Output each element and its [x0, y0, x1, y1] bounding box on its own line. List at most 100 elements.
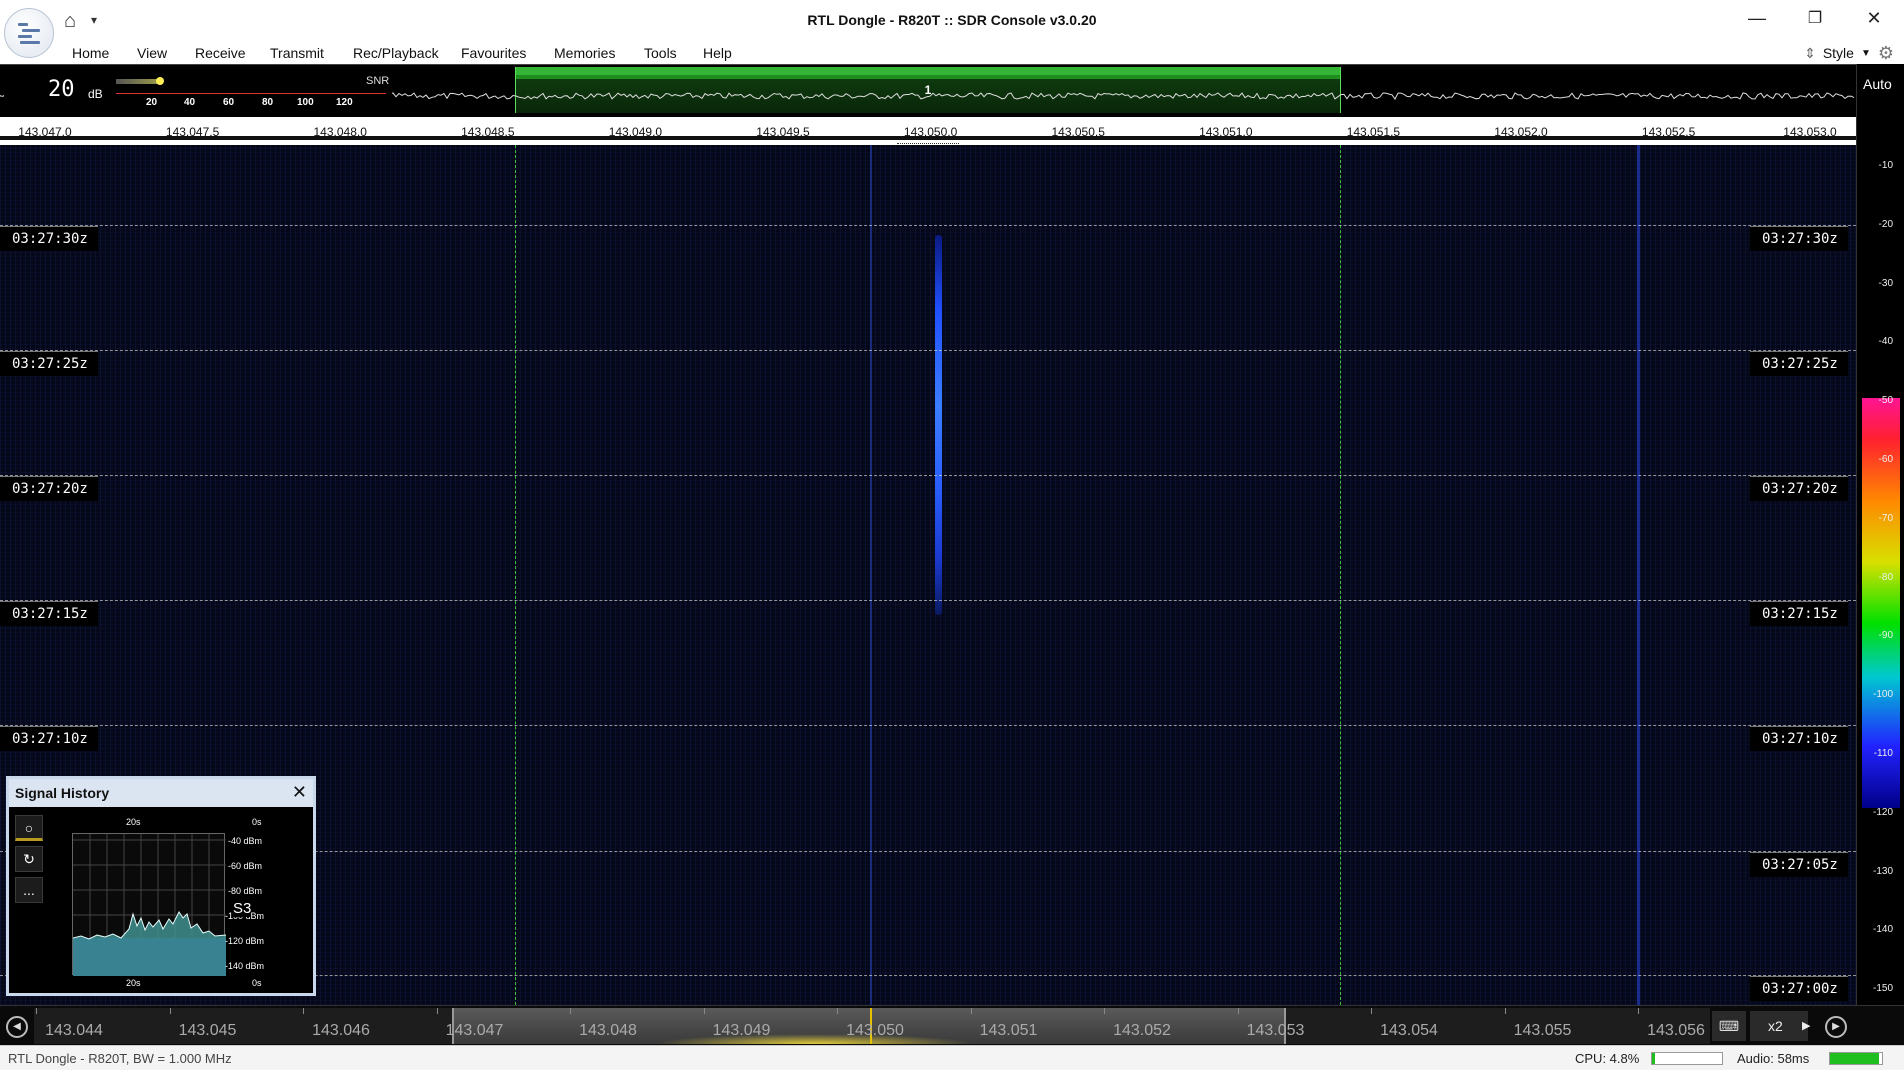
- overview-frequency-label: 143.049: [712, 1022, 771, 1039]
- smeter-mode[interactable]: SNR: [366, 75, 389, 87]
- menu-favourites[interactable]: Favourites: [461, 45, 526, 61]
- time-gridline: [0, 725, 1856, 726]
- overview-frequency-label: 143.052: [1113, 1022, 1171, 1039]
- overview-tick: [1104, 1008, 1105, 1014]
- scroll-left-icon[interactable]: ◀: [6, 1016, 28, 1038]
- cpu-meter-fill: [1652, 1053, 1656, 1064]
- level-label: -140 dBm: [225, 961, 265, 971]
- ribbon-menu-bar: Home View Receive Transmit Rec/Playback …: [0, 42, 1904, 64]
- band-edge-line: [515, 145, 516, 1005]
- audio-meter: [1829, 1052, 1883, 1065]
- frequency-label: 143.050.5: [1051, 125, 1105, 139]
- menu-help[interactable]: Help: [703, 45, 732, 61]
- overview-tick: [303, 1008, 304, 1014]
- record-icon[interactable]: ○: [15, 815, 43, 841]
- menu-tools[interactable]: Tools: [644, 45, 677, 61]
- s-meter[interactable]: 20 dB SNR 20 40 60 80 100 120: [4, 69, 392, 111]
- menu-rec-playback[interactable]: Rec/Playback: [353, 45, 439, 61]
- time-gridline: [0, 475, 1856, 476]
- timestamp-label-left: 03:27:25z: [0, 351, 98, 376]
- timestamp-label-left: 03:27:10z: [0, 726, 98, 751]
- scroll-updown-icon[interactable]: ⇕: [1804, 45, 1816, 62]
- audio-status: Audio: 58ms: [1737, 1051, 1810, 1066]
- chevron-right-icon[interactable]: ▶: [1802, 1011, 1818, 1041]
- signal-history-title: Signal History: [15, 785, 110, 801]
- more-icon[interactable]: ...: [15, 877, 43, 903]
- device-status: RTL Dongle - R820T, BW = 1.000 MHz: [8, 1051, 232, 1066]
- scroll-right-icon[interactable]: ▶: [1825, 1016, 1847, 1038]
- menu-home[interactable]: Home: [72, 45, 109, 61]
- menu-receive[interactable]: Receive: [195, 45, 246, 61]
- spectrum-display[interactable]: 1 20 dB SNR 20 40 60 80 100 120: [0, 64, 1856, 117]
- status-bar: RTL Dongle - R820T, BW = 1.000 MHz CPU: …: [0, 1045, 1904, 1070]
- frequency-label: 143.051.5: [1346, 125, 1401, 139]
- settings-gear-icon[interactable]: ⚙: [1878, 43, 1894, 64]
- db-tick-label: -90: [1878, 630, 1893, 642]
- title-bar: ⌂ ▾ RTL Dongle - R820T :: SDR Console v3…: [0, 0, 1904, 58]
- smeter-tick: 80: [262, 97, 274, 108]
- bottom-frequency-scale[interactable]: ◀ 143.044 143.045 143.046 143.047 143.048 143…: [0, 1005, 1904, 1045]
- cpu-meter: [1651, 1052, 1723, 1065]
- db-tick-label: -110: [1873, 748, 1893, 759]
- smeter-tick: 100: [297, 97, 314, 108]
- zoom-selector[interactable]: x2: [1750, 1011, 1808, 1041]
- db-scale[interactable]: Auto -10 -20 -30 -40 -50 -60 -70 -80 -90 -100 -110…: [1856, 64, 1904, 1005]
- frequency-overview-track[interactable]: 143.044 143.045 143.046 143.047 143.048 143.0…: [34, 1008, 1710, 1044]
- cpu-status: CPU: 4.8%: [1575, 1051, 1640, 1066]
- overview-tick: [970, 1008, 972, 1014]
- overview-tick: [1504, 1008, 1506, 1014]
- timestamp-label-right: 03:27:30z: [1750, 226, 1848, 251]
- db-tick-label: -40: [1878, 336, 1893, 348]
- frequency-label: 143.047.0: [18, 125, 72, 139]
- auto-scale-button[interactable]: Auto: [1863, 76, 1892, 92]
- timestamp-label-left: 03:27:20z: [0, 476, 98, 501]
- db-tick-label: -100: [1872, 689, 1893, 701]
- overview-frequency-label: 143.045: [178, 1022, 237, 1039]
- frequency-label: 143.051.0: [1199, 125, 1253, 139]
- refresh-icon[interactable]: ↻: [15, 846, 43, 872]
- overview-frequency-label: 143.050: [846, 1022, 904, 1039]
- smeter-tick: 120: [336, 97, 353, 108]
- time-label: 0s: [252, 978, 262, 988]
- minimize-icon[interactable]: —: [1742, 8, 1772, 29]
- time-label: 0s: [252, 817, 262, 827]
- frequency-label: 143.049.5: [756, 125, 810, 139]
- frequency-ruler[interactable]: 143.047.0 143.047.5 143.048.0 143.048.5 143.…: [0, 120, 1856, 140]
- timestamp-label-right: 03:27:25z: [1750, 351, 1848, 376]
- keyboard-icon[interactable]: ⌨: [1712, 1011, 1746, 1041]
- application-menu-button[interactable]: [4, 8, 54, 58]
- time-label: 20s: [126, 817, 141, 827]
- menu-view[interactable]: View: [137, 45, 167, 61]
- level-label: -60 dBm: [228, 861, 263, 871]
- tuned-frequency-marker: [897, 143, 959, 144]
- chevron-down-icon[interactable]: ▼: [1861, 48, 1871, 59]
- overview-tick: [169, 1008, 171, 1014]
- s-level-readout: S3: [233, 900, 252, 917]
- timestamp-label-right: 03:27:20z: [1750, 476, 1848, 501]
- audio-meter-fill: [1830, 1053, 1880, 1064]
- smeter-unit: dB: [88, 87, 103, 101]
- signal-history-header[interactable]: Signal History ✕: [9, 779, 313, 807]
- style-label[interactable]: Style: [1823, 45, 1854, 61]
- close-icon[interactable]: ✕: [1859, 8, 1889, 29]
- timestamp-label-left: 03:27:30z: [0, 226, 98, 251]
- overview-frequency-label: 143.048: [579, 1022, 637, 1039]
- overview-frequency-label: 143.044: [45, 1022, 103, 1039]
- menu-memories[interactable]: Memories: [554, 45, 615, 61]
- db-tick-label: -30: [1878, 277, 1893, 289]
- frequency-label: 143.052.5: [1641, 125, 1696, 139]
- menu-transmit[interactable]: Transmit: [270, 45, 324, 61]
- close-icon[interactable]: ✕: [292, 782, 307, 803]
- signal-history-plot: [72, 833, 227, 976]
- signal-history-graph: [72, 834, 227, 976]
- window-title: RTL Dongle - R820T :: SDR Console v3.0.2…: [807, 12, 1097, 28]
- style-menu[interactable]: ⇕ Style ▼ ⚙: [1804, 42, 1894, 64]
- level-label: -40 dBm: [228, 836, 263, 846]
- timestamp-label-right: 03:27:15z: [1750, 601, 1848, 626]
- overview-frequency-label: 143.053: [1246, 1022, 1305, 1039]
- signal-history-panel[interactable]: Signal History ✕ ○ ↻ ... 20s 0s 20s 0s -…: [6, 776, 316, 996]
- timestamp-label-left: 03:27:15z: [0, 601, 98, 626]
- time-gridline: [0, 600, 1856, 601]
- restore-icon[interactable]: ❐: [1800, 8, 1830, 28]
- db-tick-label: -140: [1872, 924, 1893, 936]
